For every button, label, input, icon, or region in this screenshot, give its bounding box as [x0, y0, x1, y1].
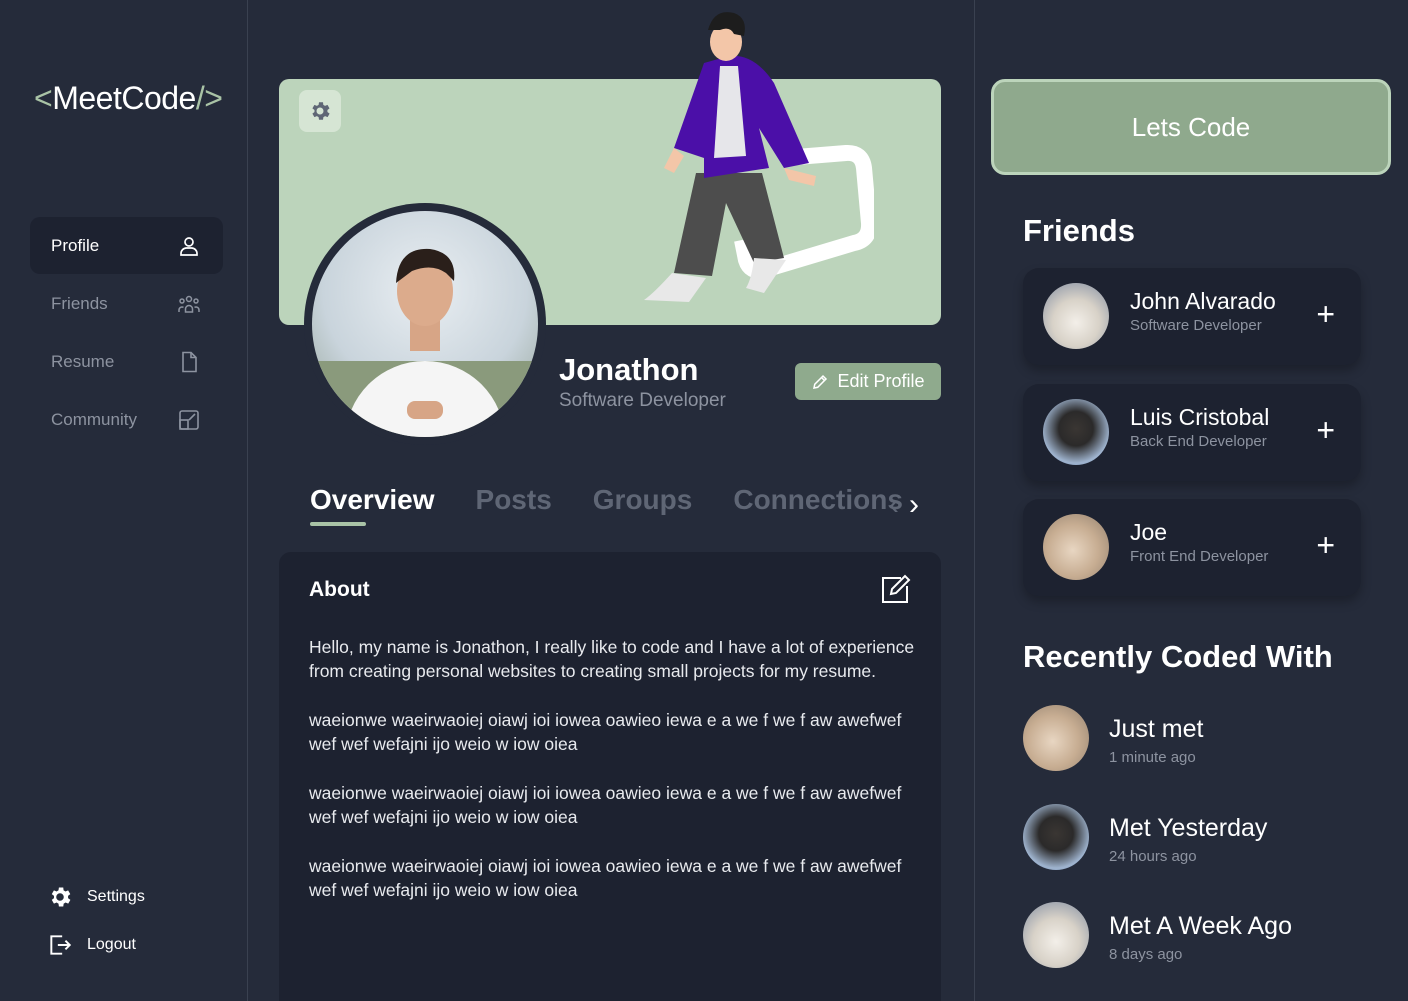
settings-link[interactable]: Settings [47, 882, 145, 912]
tab-groups[interactable]: Groups [593, 484, 693, 516]
about-body: Hello, my name is Jonathon, I really lik… [309, 636, 919, 928]
about-title: About [309, 578, 370, 601]
sidebar-item-profile[interactable]: Profile [30, 217, 223, 274]
avatar [1023, 804, 1089, 870]
friend-name: Joe [1130, 519, 1168, 545]
settings-label: Settings [87, 888, 145, 905]
logo-open-bracket: < [34, 80, 53, 116]
community-icon [179, 409, 199, 430]
sidebar: <MeetCode/> Profile Friends Resume Commu… [0, 0, 248, 1001]
friend-name: John Alvarado [1130, 288, 1276, 314]
recent-label: Just met [1109, 715, 1204, 743]
logout-icon [50, 935, 72, 955]
sidebar-item-label: Community [51, 409, 137, 429]
friend-card[interactable]: John Alvarado Software Developer + [1023, 268, 1361, 365]
avatar [1043, 514, 1109, 580]
chevron-right-icon[interactable]: › [909, 490, 919, 520]
about-paragraph: Hello, my name is Jonathon, I really lik… [309, 637, 915, 681]
pencil-icon [813, 374, 828, 389]
edit-icon[interactable] [879, 574, 911, 606]
recent-label: Met A Week Ago [1109, 912, 1292, 940]
friend-name: Luis Cristobal [1130, 404, 1270, 430]
group-icon [178, 295, 200, 313]
friends-title: Friends [1023, 213, 1135, 248]
logout-label: Logout [87, 936, 136, 953]
sidebar-footer: Settings Logout [47, 882, 145, 978]
profile-name: Jonathon [559, 352, 699, 387]
logo-text: MeetCode [52, 80, 196, 116]
recent-item[interactable]: Met Yesterday 24 hours ago [1023, 804, 1363, 874]
avatar [1023, 902, 1089, 968]
sidebar-item-label: Profile [51, 235, 100, 255]
recent-time: 8 days ago [1109, 946, 1183, 963]
sidebar-item-label: Resume [51, 351, 115, 371]
about-paragraph: waeionwe waeirwaoiej oiawj ioi iowea oaw… [309, 783, 902, 827]
user-icon [180, 236, 198, 256]
about-card: About Hello, my name is Jonathon, I real… [279, 552, 941, 1001]
edit-profile-label: Edit Profile [837, 371, 925, 391]
banner-illustration [644, 12, 874, 302]
main-content: Jonathon Software Developer Edit Profile… [249, 0, 973, 1001]
chevron-left-icon[interactable]: ‹ [889, 490, 899, 520]
friend-card[interactable]: Luis Cristobal Back End Developer + [1023, 384, 1361, 481]
plus-icon[interactable]: + [1316, 298, 1335, 330]
recent-label: Met Yesterday [1109, 814, 1268, 842]
sidebar-item-resume[interactable]: Resume [30, 333, 223, 390]
avatar [1043, 283, 1109, 349]
app-logo[interactable]: <MeetCode/> [34, 80, 223, 117]
recent-item[interactable]: Met A Week Ago 8 days ago [1023, 902, 1363, 972]
gear-icon [312, 102, 330, 120]
tab-posts[interactable]: Posts [476, 484, 552, 516]
friend-role: Front End Developer [1130, 548, 1269, 565]
document-icon [182, 351, 197, 372]
about-paragraph: waeionwe waeirwaoiej oiawj ioi iowea oaw… [309, 710, 902, 754]
sidebar-nav: Profile Friends Resume Community [30, 217, 223, 449]
about-paragraph: waeionwe waeirwaoiej oiawj ioi iowea oaw… [309, 856, 902, 900]
sidebar-item-friends[interactable]: Friends [30, 275, 223, 332]
sidebar-item-label: Friends [51, 293, 108, 313]
avatar [1043, 399, 1109, 465]
profile-role: Software Developer [559, 390, 726, 411]
recent-time: 24 hours ago [1109, 848, 1197, 865]
friend-role: Back End Developer [1130, 433, 1267, 450]
profile-photo [312, 211, 538, 437]
right-panel: Lets Code Friends John Alvarado Software… [974, 0, 1408, 1001]
tab-overview[interactable]: Overview [310, 484, 435, 526]
tab-scroll-controls: ‹ › [889, 490, 919, 520]
avatar [1023, 705, 1089, 771]
tab-connections[interactable]: Connections [733, 484, 903, 516]
plus-icon[interactable]: + [1316, 414, 1335, 446]
profile-tabs: Overview Posts Groups Connections [310, 484, 944, 526]
sidebar-item-community[interactable]: Community [30, 391, 223, 448]
profile-avatar[interactable] [304, 203, 546, 445]
banner-settings-button[interactable] [299, 90, 341, 132]
edit-profile-button[interactable]: Edit Profile [795, 363, 941, 400]
logo-close-bracket: /> [195, 80, 223, 116]
friend-card[interactable]: Joe Front End Developer + [1023, 499, 1361, 596]
plus-icon[interactable]: + [1316, 529, 1335, 561]
recent-title: Recently Coded With [1023, 639, 1333, 674]
friend-role: Software Developer [1130, 317, 1262, 334]
recent-item[interactable]: Just met 1 minute ago [1023, 705, 1363, 775]
gear-icon [51, 887, 71, 907]
logout-link[interactable]: Logout [47, 930, 145, 960]
recent-time: 1 minute ago [1109, 749, 1196, 766]
lets-code-button[interactable]: Lets Code [991, 79, 1391, 175]
